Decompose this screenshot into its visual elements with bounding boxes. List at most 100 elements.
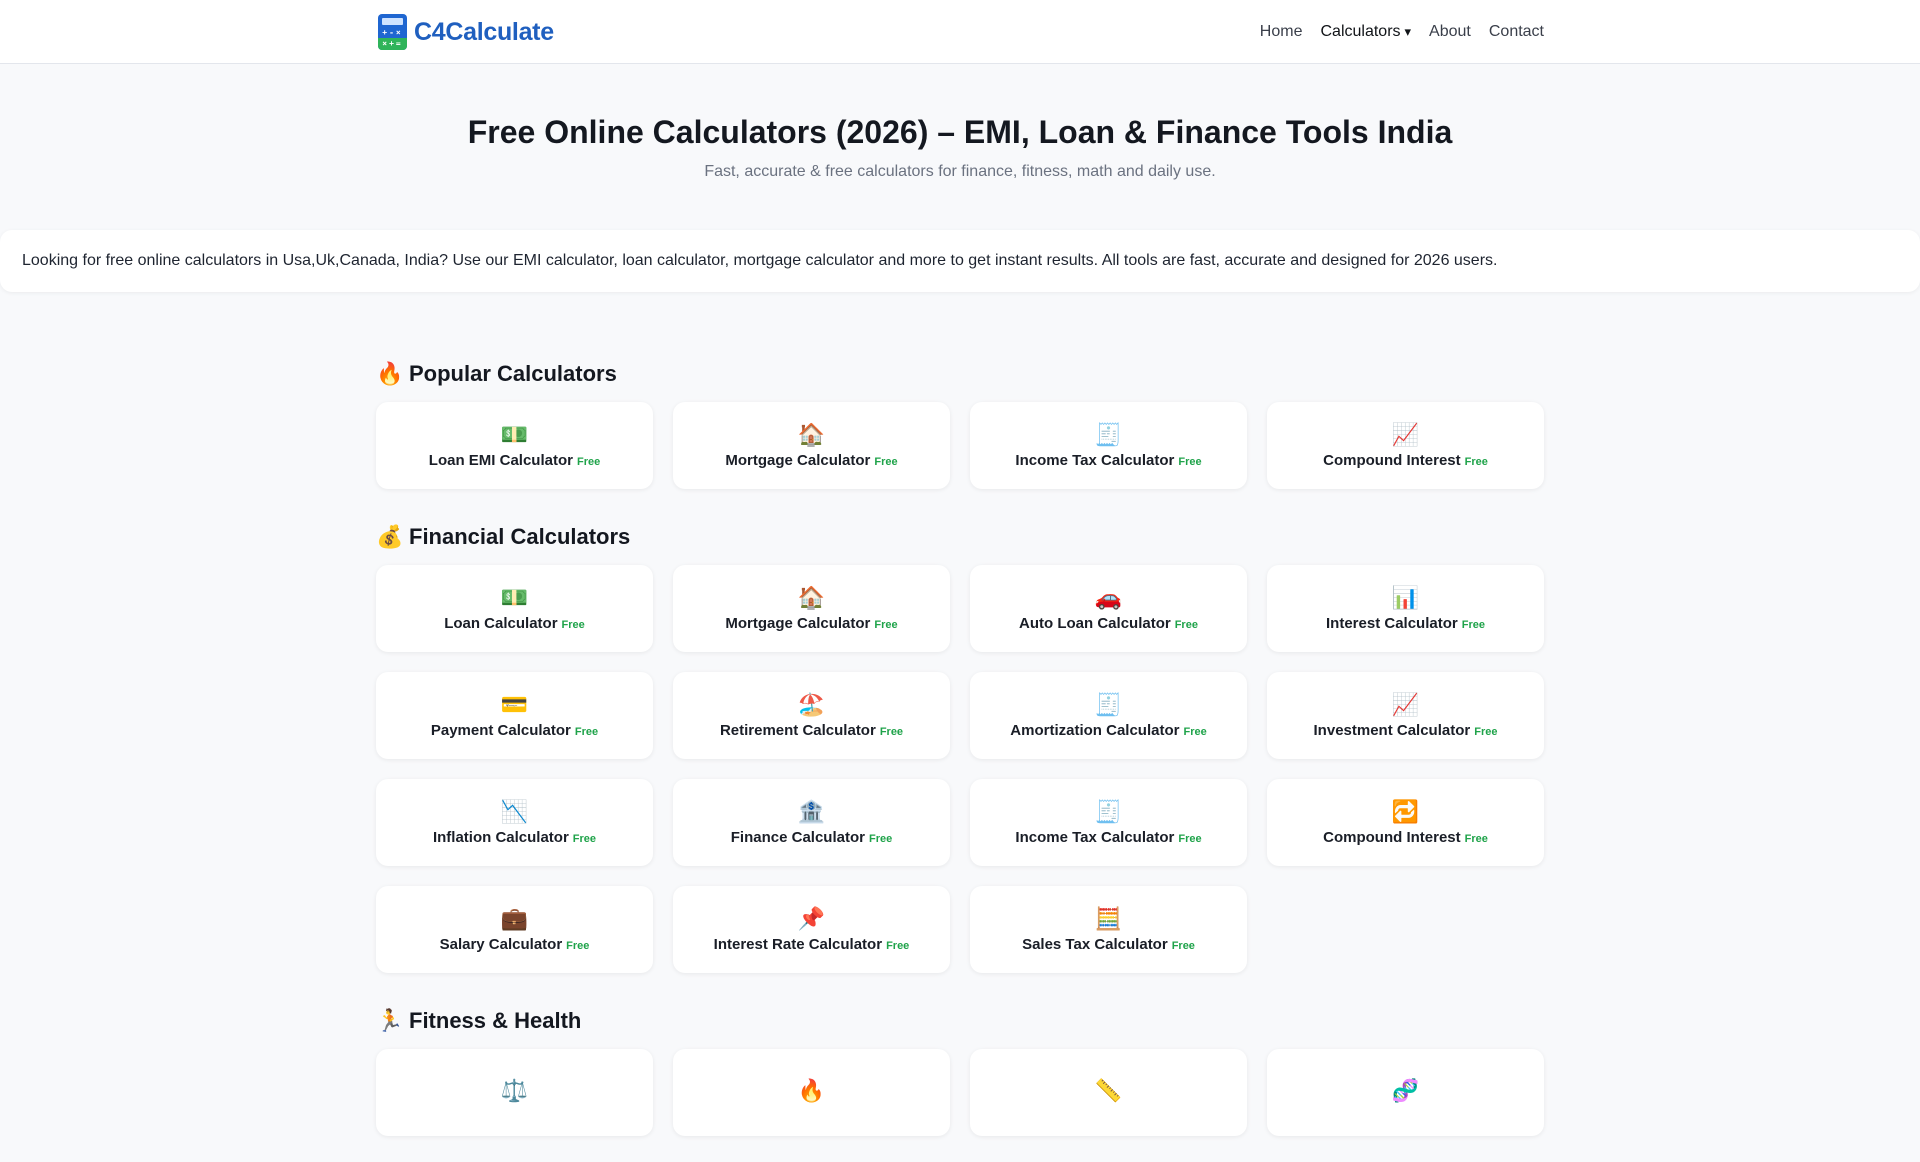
money-icon: 💵 [500, 422, 529, 447]
card-interest-calculator[interactable]: 📊 Interest Calculator Free [1267, 565, 1544, 652]
card-label: Payment Calculator [430, 722, 571, 739]
card-label: Mortgage Calculator [725, 615, 871, 632]
card-label: Income Tax Calculator [1015, 829, 1175, 846]
card-label: Investment Calculator [1313, 722, 1471, 739]
intro-text: Looking for free online calculators in U… [22, 252, 1498, 269]
card-compound-interest[interactable]: 📈 Compound Interest Free [1267, 402, 1544, 489]
house-icon: 🏠 [797, 422, 826, 447]
section-title-text: Financial Calculators [409, 524, 631, 549]
card-label: Amortization Calculator [1010, 722, 1180, 739]
card-label-row: Interest Rate Calculator Free [714, 936, 910, 953]
section-title-text: Fitness & Health [409, 1008, 582, 1033]
site-header: +-× ×+= C4Calculate Home Calculators ▾ Ab… [0, 0, 1920, 64]
card-sales-tax-calculator[interactable]: 🧮 Sales Tax Calculator Free [970, 886, 1247, 973]
card-compound-interest[interactable]: 🔁 Compound Interest Free [1267, 779, 1544, 866]
card-label-row: Retirement Calculator Free [720, 722, 903, 739]
card-mortgage-calculator[interactable]: 🏠 Mortgage Calculator Free [673, 565, 950, 652]
credit-card-icon: 💳 [500, 692, 529, 717]
section-title-financial: 💰 Financial Calculators [376, 515, 1544, 559]
card-label: Auto Loan Calculator [1019, 615, 1171, 632]
card-fitness-4[interactable]: 🧬 [1267, 1049, 1544, 1136]
card-interest-rate-calculator[interactable]: 📌 Interest Rate Calculator Free [673, 886, 950, 973]
site-logo[interactable]: +-× ×+= C4Calculate [378, 14, 554, 50]
car-icon: 🚗 [1094, 585, 1123, 610]
logo-text: C4Calculate [414, 17, 554, 46]
popular-grid: 💵 Loan EMI Calculator Free 🏠 Mortgage Cal… [376, 402, 1544, 489]
scales-icon: ⚖️ [500, 1077, 529, 1103]
card-amortization-calculator[interactable]: 🧾 Amortization Calculator Free [970, 672, 1247, 759]
card-inflation-calculator[interactable]: 📉 Inflation Calculator Free [376, 779, 653, 866]
card-label-row: Income Tax Calculator Free [1015, 829, 1201, 846]
card-label: Loan EMI Calculator [428, 452, 573, 469]
free-badge: Free [576, 456, 601, 468]
free-badge: Free [1464, 456, 1488, 468]
card-payment-calculator[interactable]: 💳 Payment Calculator Free [376, 672, 653, 759]
free-badge: Free [879, 726, 904, 738]
card-retirement-calculator[interactable]: 🏖️ Retirement Calculator Free [673, 672, 950, 759]
nav-contact[interactable]: Contact [1489, 23, 1544, 41]
card-label: Interest Rate Calculator [713, 936, 883, 953]
card-fitness-3[interactable]: 📏 [970, 1049, 1247, 1136]
money-bag-icon: 💰 [376, 524, 404, 549]
free-badge: Free [1171, 940, 1195, 952]
free-badge: Free [574, 726, 599, 738]
card-label-row: Amortization Calculator Free [1010, 722, 1206, 739]
ruler-icon: 📏 [1094, 1077, 1123, 1103]
card-label-row: Mortgage Calculator Free [725, 452, 897, 469]
card-label-row: Sales Tax Calculator Free [1022, 936, 1195, 953]
card-fitness-1[interactable]: ⚖️ [376, 1049, 653, 1136]
chart-up-icon: 📈 [1391, 422, 1420, 447]
card-label: Inflation Calculator [432, 829, 569, 846]
logo-keys-bottom: ×+= [378, 38, 407, 50]
hero: Free Online Calculators (2026) – EMI, Lo… [0, 64, 1920, 181]
nav-calculators-label: Calculators [1320, 23, 1401, 40]
card-label-row: Mortgage Calculator Free [725, 615, 897, 632]
free-badge: Free [1464, 833, 1488, 845]
free-badge: Free [1183, 726, 1207, 738]
card-label-row: Auto Loan Calculator Free [1019, 615, 1198, 632]
house-icon: 🏠 [797, 585, 826, 610]
card-loan-calculator[interactable]: 💵 Loan Calculator Free [376, 565, 653, 652]
card-finance-calculator[interactable]: 🏦 Finance Calculator Free [673, 779, 950, 866]
card-label-row: Loan Calculator Free [444, 615, 585, 632]
dna-icon: 🧬 [1391, 1077, 1420, 1103]
nav-home[interactable]: Home [1260, 23, 1303, 41]
logo-screen [382, 18, 403, 25]
bank-icon: 🏦 [797, 799, 826, 824]
card-label-row: Compound Interest Free [1323, 452, 1488, 469]
card-investment-calculator[interactable]: 📈 Investment Calculator Free [1267, 672, 1544, 759]
free-badge: Free [874, 456, 898, 468]
intro-box: Looking for free online calculators in U… [0, 230, 1920, 292]
beach-umbrella-icon: 🏖️ [797, 692, 826, 717]
card-label: Compound Interest [1323, 829, 1461, 846]
fire-icon: 🔥 [376, 361, 404, 386]
page-title: Free Online Calculators (2026) – EMI, Lo… [467, 114, 1453, 150]
card-label: Finance Calculator [730, 829, 865, 846]
free-badge: Free [886, 940, 910, 952]
card-loan-emi-calculator[interactable]: 💵 Loan EMI Calculator Free [376, 402, 653, 489]
calculator-sections: 🔥 Popular Calculators 💵 Loan EMI Calcula… [376, 352, 1544, 1162]
fire-icon: 🔥 [797, 1077, 826, 1103]
receipt-icon: 🧾 [1094, 692, 1123, 717]
card-label: Retirement Calculator [719, 722, 876, 739]
card-income-tax-calculator[interactable]: 🧾 Income Tax Calculator Free [970, 779, 1247, 866]
free-badge: Free [1174, 619, 1198, 631]
repeat-icon: 🔁 [1391, 799, 1420, 824]
card-label-row: Interest Calculator Free [1326, 615, 1485, 632]
card-label-row: Loan EMI Calculator Free [429, 452, 600, 469]
card-income-tax-calculator[interactable]: 🧾 Income Tax Calculator Free [970, 402, 1247, 489]
card-salary-calculator[interactable]: 💼 Salary Calculator Free [376, 886, 653, 973]
section-title-text: Popular Calculators [409, 361, 617, 386]
card-fitness-2[interactable]: 🔥 [673, 1049, 950, 1136]
card-label: Loan Calculator [444, 615, 558, 632]
card-label-row: Inflation Calculator Free [433, 829, 596, 846]
nav-calculators-dropdown[interactable]: Calculators ▾ [1320, 23, 1411, 41]
card-mortgage-calculator[interactable]: 🏠 Mortgage Calculator Free [673, 402, 950, 489]
card-label-row: Investment Calculator Free [1314, 722, 1498, 739]
free-badge: Free [1461, 619, 1485, 631]
pushpin-icon: 📌 [797, 906, 826, 931]
card-label-row: Compound Interest Free [1323, 829, 1488, 846]
card-auto-loan-calculator[interactable]: 🚗 Auto Loan Calculator Free [970, 565, 1247, 652]
card-label-row: Finance Calculator Free [731, 829, 892, 846]
nav-about[interactable]: About [1429, 23, 1471, 41]
